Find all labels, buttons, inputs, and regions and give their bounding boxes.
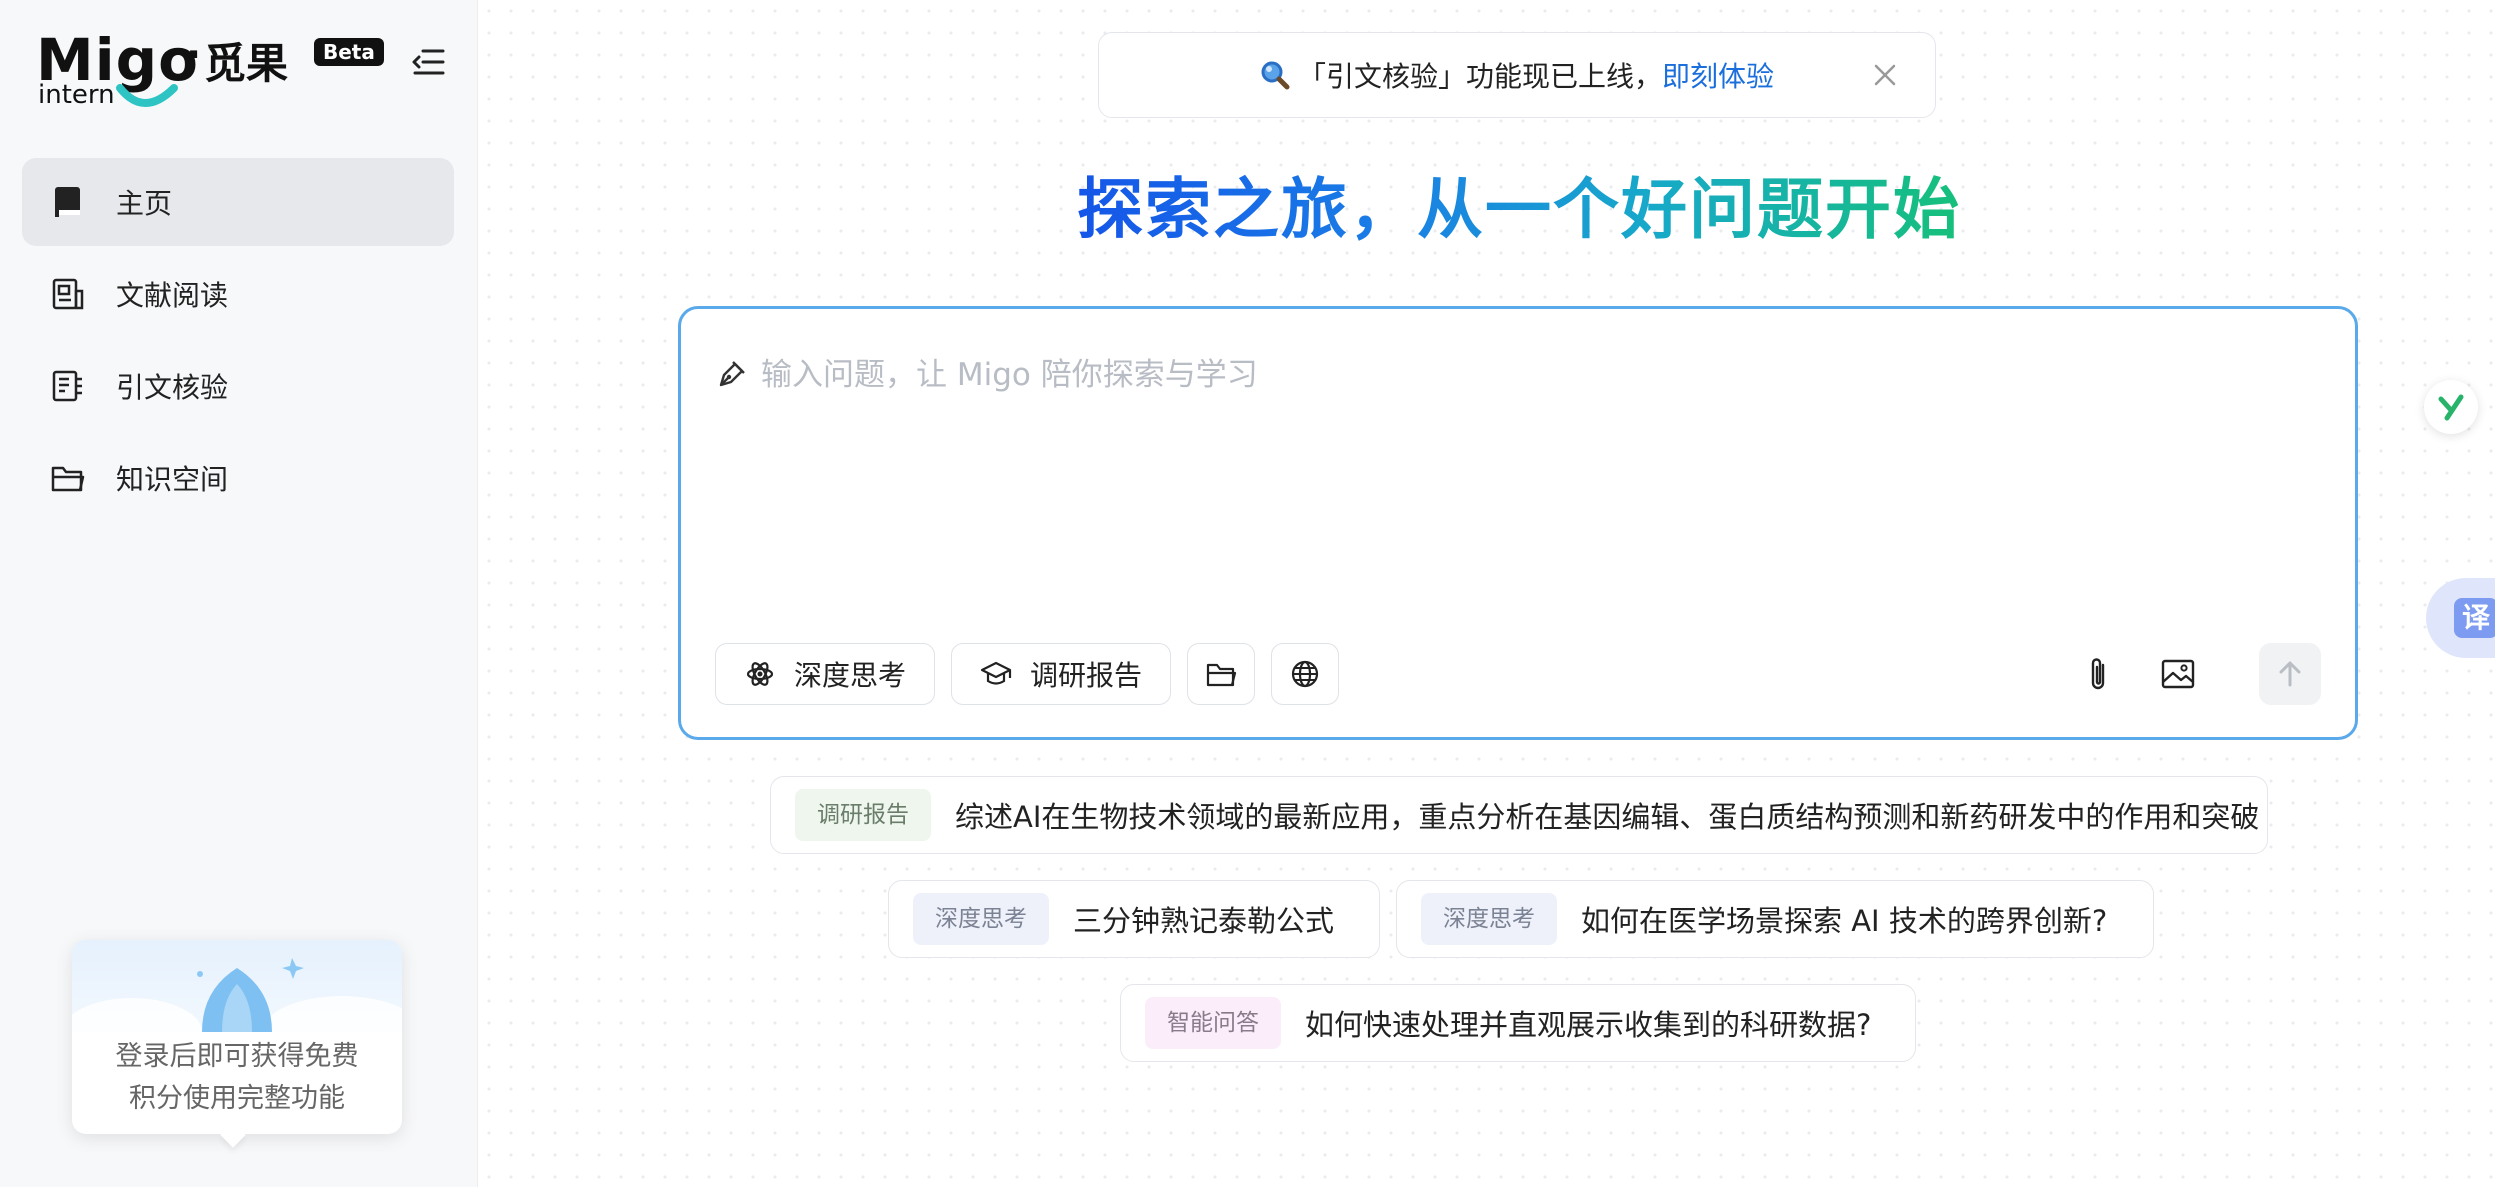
close-icon <box>1874 64 1896 86</box>
suggestion-tag: 深度思考 <box>1421 893 1557 945</box>
y-logo-icon <box>2438 394 2464 421</box>
suggestion-item[interactable]: 深度思考 三分钟熟记泰勒公式 <box>888 880 1380 958</box>
suggestion-tag: 智能问答 <box>1145 997 1281 1049</box>
suggestion-text: 三分钟熟记泰勒公式 <box>1073 904 1335 938</box>
research-report-label: 调研报告 <box>1029 659 1142 692</box>
suggestion-text: 如何快速处理并直观展示收集到的科研数据? <box>1305 1008 1872 1042</box>
hero-title: 探索之旅，从一个好问题开始 <box>478 156 2495 252</box>
sidebar-item-literature[interactable]: 文献阅读 <box>22 250 454 338</box>
folder-icon <box>50 460 86 496</box>
deep-think-label: 深度思考 <box>793 659 906 692</box>
announcement-banner: 「引文核验」功能现已上线， 即刻体验 <box>1098 32 1936 118</box>
arrow-up-icon <box>2279 661 2301 687</box>
web-search-button[interactable] <box>1271 643 1339 705</box>
suggestion-tag: 深度思考 <box>913 893 1049 945</box>
sidebar: Migo intern · 觅果 Beta 主页 文献阅读 引文核验 知识空间 … <box>0 0 478 1187</box>
sidebar-item-label: 引文核验 <box>116 371 229 404</box>
suggestion-item[interactable]: 智能问答 如何快速处理并直观展示收集到的科研数据? <box>1120 984 1916 1062</box>
folder-icon <box>1205 658 1237 690</box>
question-input[interactable] <box>759 347 2323 531</box>
suggestion-text: 综述AI在生物技术领域的最新应用，重点分析在基因编辑、蛋白质结构预测和新药研发中… <box>955 800 2260 834</box>
deep-think-toggle[interactable]: 深度思考 <box>715 643 935 705</box>
sidebar-item-knowledge[interactable]: 知识空间 <box>22 434 454 522</box>
image-icon <box>2161 659 2195 689</box>
atom-icon <box>744 658 776 690</box>
suggestion-text: 如何在医学场景探索 AI 技术的跨界创新? <box>1581 904 2108 938</box>
research-report-toggle[interactable]: 调研报告 <box>951 643 1171 705</box>
pen-icon <box>719 361 745 387</box>
document-read-icon <box>50 276 86 312</box>
sidebar-item-citation[interactable]: 引文核验 <box>22 342 454 430</box>
sidebar-item-label: 主页 <box>116 187 173 220</box>
brand-smile-icon <box>116 84 178 107</box>
login-promo-line1: 登录后即可获得免费 <box>115 1041 359 1072</box>
announcement-text: 「引文核验」功能现已上线， <box>1297 60 1662 93</box>
beta-badge: Beta <box>314 38 384 66</box>
magnifier-icon <box>1260 60 1290 90</box>
login-banner-illustration <box>72 940 402 1032</box>
card-pointer <box>220 1122 246 1148</box>
send-button[interactable] <box>2259 643 2321 705</box>
login-promo-text: 登录后即可获得免费 积分使用完整功能 <box>72 1036 402 1120</box>
upload-image-button[interactable] <box>2153 649 2203 699</box>
brand-dot: · <box>186 32 202 78</box>
collapse-menu-icon <box>412 49 445 75</box>
citation-check-icon <box>50 368 86 404</box>
plugin-shortcut-button[interactable] <box>2424 380 2478 434</box>
suggestion-tag: 调研报告 <box>795 789 931 841</box>
sidebar-item-label: 知识空间 <box>116 463 229 496</box>
main-area: 「引文核验」功能现已上线， 即刻体验 探索之旅，从一个好问题开始 深度思考 调研… <box>478 0 2495 1187</box>
knowledge-folder-button[interactable] <box>1187 643 1255 705</box>
collapse-sidebar-button[interactable] <box>410 44 446 80</box>
paperclip-icon <box>2091 658 2105 690</box>
cloud-illustration-icon <box>72 958 402 1032</box>
suggestion-item[interactable]: 深度思考 如何在医学场景探索 AI 技术的跨界创新? <box>1396 880 2154 958</box>
globe-icon <box>1289 658 1321 690</box>
close-announcement-button[interactable] <box>1869 59 1901 91</box>
try-now-link[interactable]: 即刻体验 <box>1662 55 1774 95</box>
sidebar-item-home[interactable]: 主页 <box>22 158 454 246</box>
suggestion-item[interactable]: 调研报告 综述AI在生物技术领域的最新应用，重点分析在基因编辑、蛋白质结构预测和… <box>770 776 2268 854</box>
sidebar-item-label: 文献阅读 <box>116 279 229 312</box>
hero-title-text: 探索之旅，从一个好问题开始 <box>1077 171 1961 248</box>
brand-sub: intern <box>38 80 115 110</box>
graduation-cap-icon <box>980 658 1012 690</box>
book-icon <box>50 184 86 220</box>
attach-file-button[interactable] <box>2073 649 2123 699</box>
login-promo-card[interactable]: 登录后即可获得免费 积分使用完整功能 <box>72 940 402 1148</box>
question-composer: 深度思考 调研报告 <box>678 306 2358 740</box>
login-promo-line2: 积分使用完整功能 <box>129 1083 345 1114</box>
brand-name-cn: 觅果 <box>204 39 289 88</box>
sidebar-nav: 主页 文献阅读 引文核验 知识空间 <box>22 158 454 526</box>
translate-icon: 译 <box>2454 598 2495 638</box>
brand-logo[interactable]: Migo intern · 觅果 Beta <box>36 26 384 110</box>
